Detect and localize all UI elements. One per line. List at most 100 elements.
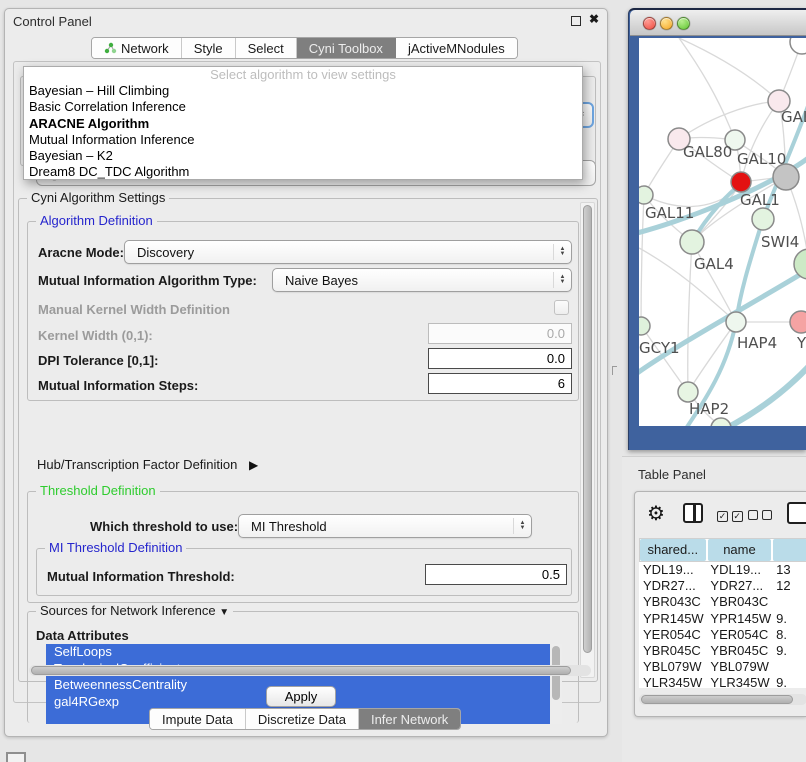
tab-jactivemnodules[interactable]: jActiveMNodules [396, 38, 517, 58]
table-cell[interactable]: YDL19... [706, 562, 772, 578]
node-hap2[interactable] [678, 382, 698, 402]
table-row[interactable]: YBR045CYBR045C9. [639, 643, 806, 659]
table-horizontal-scrollbar[interactable] [639, 694, 806, 705]
table-cell[interactable] [772, 594, 806, 610]
column-header-name[interactable]: name [708, 539, 772, 561]
settings-horizontal-scrollbar-thumb[interactable] [31, 666, 571, 675]
tab-style[interactable]: Style [182, 38, 236, 58]
settings-vertical-scrollbar[interactable] [580, 202, 595, 678]
table-cell[interactable]: 9. [772, 611, 806, 627]
zoom-window-icon[interactable] [677, 17, 690, 30]
node-bottom[interactable] [711, 418, 731, 426]
close-window-icon[interactable] [643, 17, 656, 30]
panel-splitter-grip[interactable] [612, 366, 617, 375]
network-edge[interactable] [679, 38, 779, 101]
table-cell[interactable] [772, 659, 806, 675]
table-row[interactable]: YLR345WYLR345W9. [639, 675, 806, 688]
table-row[interactable]: YBL079WYBL079W [639, 659, 806, 675]
node-gal4[interactable] [680, 230, 704, 254]
list-vertical-scrollbar[interactable] [550, 644, 562, 724]
node-swi4[interactable] [752, 208, 774, 230]
network-window-titlebar[interactable] [630, 10, 806, 36]
table-cell[interactable]: 9. [772, 643, 806, 659]
table-cell[interactable]: YPR145W [706, 611, 772, 627]
table-cell[interactable]: 8. [772, 627, 806, 643]
table-cell[interactable]: YBL079W [706, 659, 772, 675]
tab-select[interactable]: Select [236, 38, 297, 58]
minimize-window-icon[interactable] [660, 17, 673, 30]
float-panel-icon[interactable] [571, 16, 581, 26]
network-edge[interactable] [688, 322, 736, 392]
gear-icon[interactable]: ⚙ [647, 501, 665, 526]
table-cell[interactable]: YBR045C [706, 643, 772, 659]
manual-kernel-checkbox[interactable] [554, 300, 569, 315]
mi-steps-input[interactable] [428, 373, 572, 394]
table-cell[interactable]: YBL079W [639, 659, 706, 675]
mi-type-combo[interactable]: Naive Bayes ▲▼ [272, 268, 572, 292]
table-cell[interactable]: 13 [772, 562, 806, 578]
column-header-cut[interactable] [773, 539, 806, 561]
settings-horizontal-scrollbar[interactable] [29, 665, 591, 676]
table-row[interactable]: YBR043CYBR043C [639, 594, 806, 610]
algorithm-option-selected[interactable]: ARACNE Algorithm [24, 116, 582, 132]
node-unnamed-top[interactable] [790, 38, 806, 54]
network-edge[interactable] [688, 242, 692, 392]
table-cell[interactable]: YLR345W [706, 675, 772, 688]
table-cell[interactable]: YDR27... [639, 578, 706, 594]
tab-impute-data[interactable]: Impute Data [150, 709, 246, 729]
table-cell[interactable]: 12 [772, 578, 806, 594]
table-cell[interactable]: YDL19... [639, 562, 706, 578]
tab-network[interactable]: Network [92, 38, 182, 58]
dpi-tolerance-input[interactable] [428, 348, 572, 369]
network-edge[interactable] [679, 38, 735, 140]
node-gal1-red[interactable] [731, 172, 751, 192]
algorithm-option[interactable]: Bayesian – Hill Climbing [24, 83, 582, 99]
deselect-all-checkboxes-icon[interactable] [748, 508, 772, 523]
tab-cyni-toolbox[interactable]: Cyni Toolbox [297, 38, 396, 58]
aracne-mode-combo[interactable]: Discovery ▲▼ [124, 240, 572, 264]
node-gcy1[interactable] [639, 317, 650, 335]
network-edge[interactable] [741, 101, 779, 182]
table-cell[interactable]: YBR045C [639, 643, 706, 659]
sources-title[interactable]: Sources for Network Inference ▼ [36, 603, 233, 618]
list-item[interactable]: SelfLoops [46, 644, 562, 661]
network-edge-highlighted[interactable] [719, 364, 806, 426]
table-row[interactable]: YDR27...YDR27...12 [639, 578, 806, 594]
minimized-panel-stub[interactable] [6, 752, 26, 762]
tab-discretize-data[interactable]: Discretize Data [246, 709, 359, 729]
which-threshold-combo[interactable]: MI Threshold ▲▼ [238, 514, 532, 538]
close-panel-icon[interactable]: ✖ [589, 12, 599, 26]
table-row[interactable]: YPR145WYPR145W9. [639, 611, 806, 627]
network-canvas[interactable]: GAL80GAL10GAL1GAL11SWI4GAL4GALHAP4YGCY1H… [639, 38, 806, 426]
kernel-width-input[interactable] [428, 323, 572, 344]
split-columns-icon[interactable] [683, 503, 703, 523]
network-edge[interactable] [641, 195, 644, 326]
table-cell[interactable]: YBR043C [706, 594, 772, 610]
node-gal11[interactable] [639, 186, 653, 204]
algorithm-option[interactable]: Mutual Information Inference [24, 132, 582, 148]
node-salmon[interactable] [790, 311, 806, 333]
table-row[interactable]: YER054CYER054C8. [639, 627, 806, 643]
hub-definition-expander[interactable]: Hub/Transcription Factor Definition ▶ [37, 457, 258, 472]
new-table-icon[interactable] [787, 502, 806, 524]
apply-button[interactable]: Apply [266, 686, 336, 707]
table-cell[interactable]: YBR043C [639, 594, 706, 610]
algorithm-option[interactable]: Bayesian – K2 [24, 148, 582, 164]
algorithm-option[interactable]: Dream8 DC_TDC Algorithm [24, 164, 582, 180]
network-edge[interactable] [692, 242, 736, 322]
table-cell[interactable]: YPR145W [639, 611, 706, 627]
settings-vertical-scrollbar-thumb[interactable] [583, 205, 592, 653]
table-horizontal-scrollbar-thumb[interactable] [641, 695, 793, 704]
table-row[interactable]: YDL19...YDL19...13 [639, 562, 806, 578]
table-cell[interactable]: YER054C [639, 627, 706, 643]
select-all-checkboxes-icon[interactable]: ✓ ✓ [717, 507, 743, 522]
network-edge[interactable] [641, 326, 688, 392]
table-cell[interactable]: YDR27... [706, 578, 772, 594]
tab-infer-network[interactable]: Infer Network [359, 709, 460, 729]
table-cell[interactable]: YLR345W [639, 675, 706, 688]
mi-threshold-input[interactable] [425, 564, 567, 585]
table-cell[interactable]: 9. [772, 675, 806, 688]
node-hap4[interactable] [726, 312, 746, 332]
table-cell[interactable]: YER054C [706, 627, 772, 643]
algorithm-option[interactable]: Basic Correlation Inference [24, 99, 582, 115]
